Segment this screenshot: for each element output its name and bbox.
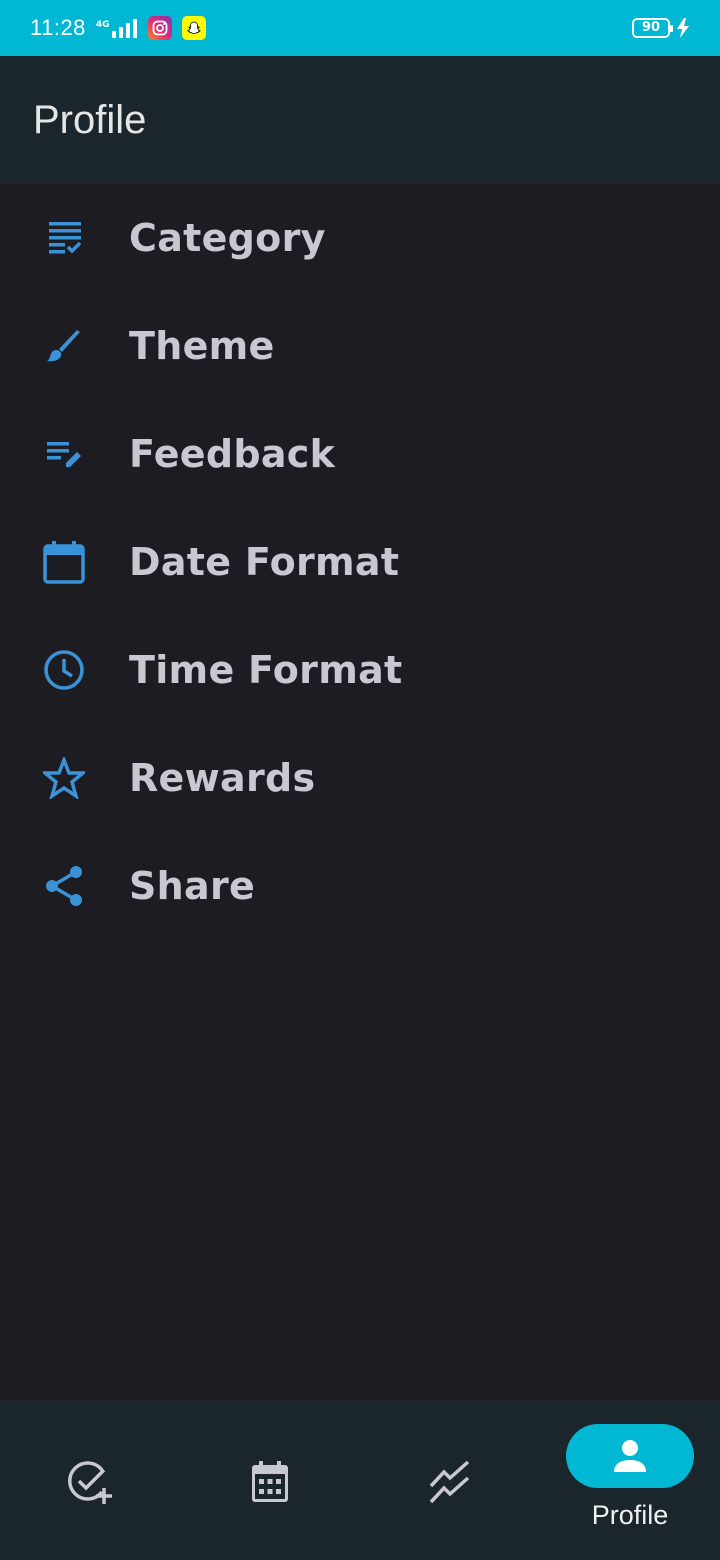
- menu-item-share[interactable]: Share: [0, 832, 720, 940]
- add-task-icon: [66, 1458, 114, 1506]
- stats-icon: [426, 1458, 474, 1506]
- edit-note-icon: [42, 432, 86, 476]
- status-right: 90: [632, 18, 690, 38]
- signal-icon: 4G: [96, 18, 138, 38]
- nav-item-stats[interactable]: [360, 1400, 540, 1560]
- active-indicator: [566, 1424, 694, 1488]
- menu-item-date-format[interactable]: Date Format: [0, 508, 720, 616]
- person-icon: [614, 1440, 646, 1472]
- menu-item-theme[interactable]: Theme: [0, 292, 720, 400]
- menu-item-label: Share: [129, 864, 256, 908]
- nav-item-label: Profile: [591, 1500, 669, 1530]
- menu-item-label: Date Format: [129, 540, 400, 584]
- network-type: 4G: [95, 20, 110, 30]
- battery-icon: 90: [632, 18, 673, 38]
- charging-icon: [677, 18, 689, 38]
- nav-item-calendar[interactable]: [180, 1400, 360, 1560]
- clock-icon: [42, 648, 86, 692]
- menu-item-label: Time Format: [129, 648, 403, 692]
- share-icon: [42, 864, 86, 908]
- star-icon: [42, 756, 86, 800]
- calendar-grid-icon: [246, 1458, 294, 1506]
- bottom-nav: Profile: [0, 1400, 720, 1560]
- menu-item-time-format[interactable]: Time Format: [0, 616, 720, 724]
- menu-item-label: Feedback: [129, 432, 336, 476]
- calendar-icon: [42, 540, 86, 584]
- menu-item-label: Theme: [129, 324, 275, 368]
- category-checklist-icon: [42, 216, 86, 260]
- brush-icon: [42, 324, 86, 368]
- status-time: 11:28: [30, 15, 86, 40]
- menu-item-label: Category: [129, 216, 326, 260]
- app-bar: Profile: [0, 56, 720, 184]
- instagram-icon: [147, 16, 172, 40]
- status-left: 11:28 4G: [30, 15, 206, 41]
- menu-item-rewards[interactable]: Rewards: [0, 724, 720, 832]
- page-title: Profile: [33, 97, 147, 142]
- snapchat-icon: [181, 16, 206, 40]
- menu-item-category[interactable]: Category: [0, 184, 720, 292]
- nav-item-profile[interactable]: Profile: [540, 1400, 720, 1560]
- status-bar: 11:28 4G 90: [0, 0, 720, 56]
- nav-item-add-task[interactable]: [0, 1400, 180, 1560]
- settings-menu: Category Theme Feedback Date Format Time…: [0, 184, 720, 940]
- menu-item-feedback[interactable]: Feedback: [0, 400, 720, 508]
- menu-item-label: Rewards: [129, 756, 316, 800]
